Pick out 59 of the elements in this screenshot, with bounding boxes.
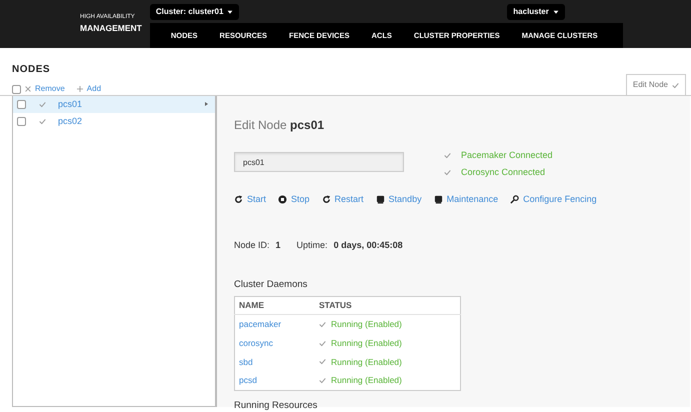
- action-link[interactable]: Standby: [376, 193, 422, 206]
- action-link[interactable]: Maintenance: [434, 193, 498, 206]
- check-icon: [318, 320, 326, 328]
- node-name[interactable]: pcs01: [58, 98, 82, 112]
- detail-title: Edit Node pcs01: [234, 117, 326, 134]
- node-id-value: 1: [276, 238, 281, 252]
- daemon-name[interactable]: pcsd: [239, 375, 257, 386]
- refresh-icon: [234, 195, 243, 204]
- caret-icon: [552, 8, 559, 14]
- check-icon: [318, 340, 326, 347]
- page-title: NODES: [12, 63, 52, 77]
- node-checkbox[interactable]: [17, 100, 26, 109]
- daemon-status: Running (Enabled): [330, 318, 402, 331]
- daemon-status: Running (Enabled): [330, 374, 402, 387]
- caret-icon: [204, 101, 209, 107]
- action-link[interactable]: Restart: [322, 193, 364, 206]
- refresh-icon: [322, 195, 331, 204]
- section-heading: Running Resources: [234, 399, 318, 412]
- edit-node-tab[interactable]: Edit Node: [626, 74, 686, 95]
- node-checkbox[interactable]: [17, 117, 26, 126]
- action-link[interactable]: Start: [234, 193, 266, 206]
- section-heading: Cluster Daemons: [234, 278, 308, 292]
- server-icon: [434, 195, 443, 204]
- user-dropdown[interactable]: hacluster: [507, 4, 565, 20]
- node-id-label: Node ID:: [234, 238, 270, 252]
- check-icon: [444, 152, 451, 160]
- check-icon: [318, 358, 326, 366]
- check-icon: [38, 100, 46, 108]
- check-icon: [38, 118, 46, 125]
- check-icon: [672, 82, 679, 88]
- check-icon: [444, 168, 451, 176]
- node-row[interactable]: pcs02: [13, 113, 215, 130]
- cluster-dropdown[interactable]: Cluster: cluster01: [150, 4, 240, 20]
- plus-icon: [76, 86, 83, 92]
- uptime-label: Uptime:: [296, 238, 328, 252]
- connection-status: Pacemaker Connected: [461, 149, 553, 162]
- daemon-name[interactable]: corosync: [239, 338, 274, 348]
- column-header: STATUS: [314, 296, 460, 314]
- add-link[interactable]: Add: [76, 83, 102, 95]
- logo-title: MANAGEMENT: [80, 22, 142, 35]
- daemon-name[interactable]: sbd: [239, 356, 253, 366]
- caret-icon: [227, 8, 234, 14]
- node-name-field[interactable]: pcs01: [234, 152, 404, 172]
- node-name[interactable]: pcs02: [58, 114, 82, 128]
- action-link[interactable]: Stop: [278, 193, 310, 206]
- remove-link[interactable]: Remove: [25, 83, 65, 95]
- close-icon: [25, 86, 31, 92]
- server-icon: [376, 195, 385, 204]
- stop-icon: [278, 195, 288, 204]
- check-icon: [318, 377, 326, 384]
- column-header: NAME: [234, 296, 315, 314]
- select-all-checkbox[interactable]: [12, 84, 21, 94]
- daemon-name[interactable]: pacemaker: [239, 319, 282, 329]
- connection-status: Corosync Connected: [461, 166, 546, 179]
- action-link[interactable]: Configure Fencing: [510, 193, 597, 206]
- daemon-status: Running (Enabled): [330, 336, 402, 350]
- node-row[interactable]: pcs01: [13, 96, 215, 113]
- uptime-value: 0 days, 00:45:08: [334, 238, 403, 252]
- daemon-status: Running (Enabled): [330, 356, 402, 368]
